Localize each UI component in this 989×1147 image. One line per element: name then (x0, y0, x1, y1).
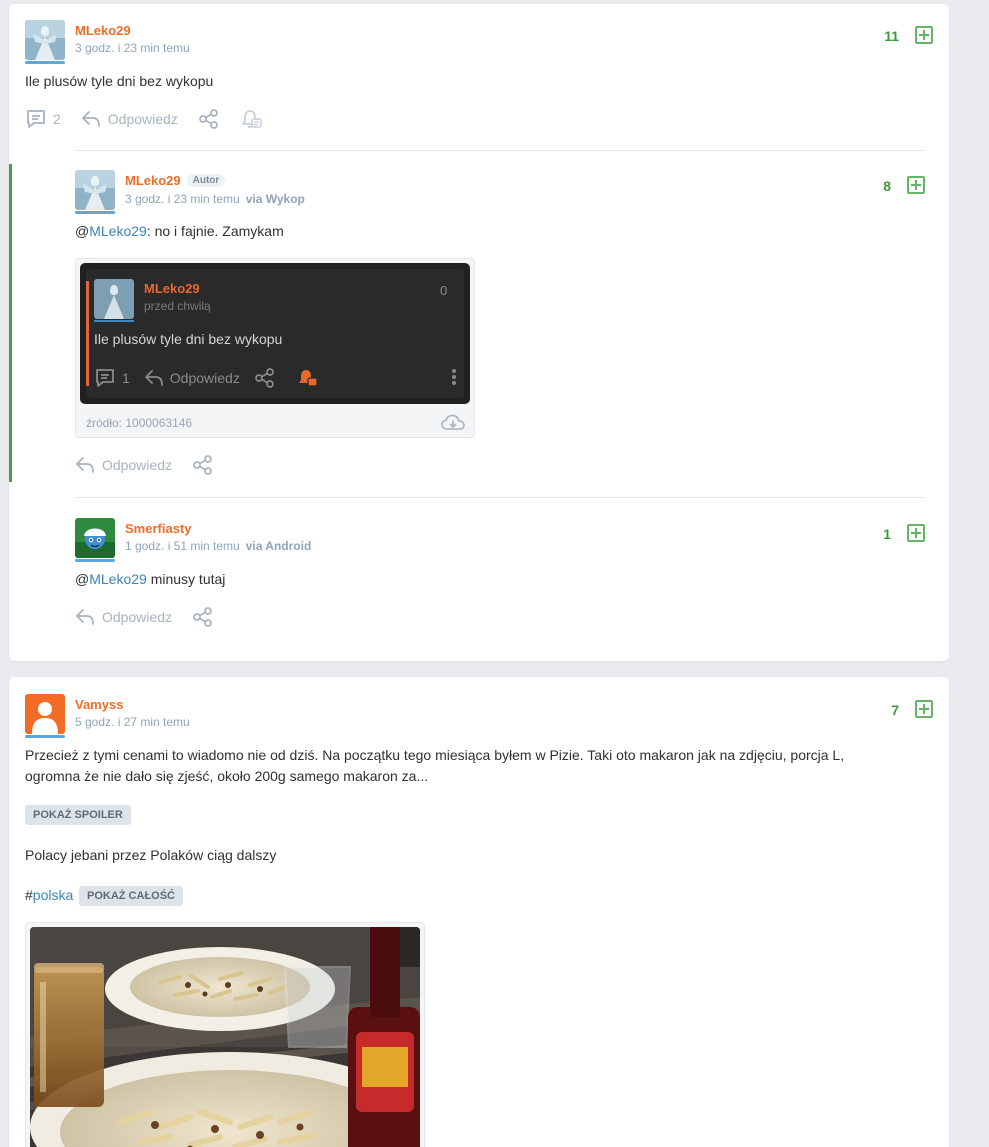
share-button[interactable] (198, 108, 220, 130)
bell-icon (242, 110, 262, 128)
food-photo[interactable] (30, 927, 420, 1147)
vote-count: 7 (891, 702, 899, 718)
comments-button[interactable]: 2 (25, 109, 61, 129)
comment-icon (96, 369, 114, 387)
post-card: MLeko29 3 godz. i 23 min temu 11 Ile plu… (9, 4, 949, 661)
download-icon[interactable] (440, 413, 466, 433)
avatar[interactable] (25, 20, 65, 60)
hash-sign: # (25, 887, 33, 903)
reply-label: Odpowiedz (102, 457, 173, 473)
post-body: Przecież z tymi cenami to wiadomo nie od… (25, 745, 925, 787)
plus-vote-button[interactable] (907, 524, 925, 542)
divider (75, 150, 925, 151)
post-body: Ile plusów tyle dni bez wykopu (25, 73, 214, 89)
username[interactable]: Vamyss (75, 697, 123, 712)
post-body-line: ogromna że nie dało się zjeść, około 200… (25, 768, 429, 784)
comment-body: @MLeko29: no i fajnie. Zamykam (75, 221, 284, 242)
show-all-button[interactable]: POKAŻ CAŁOŚĆ (79, 886, 183, 906)
more-options-icon (452, 369, 456, 385)
username[interactable]: Smerfiasty (125, 521, 191, 536)
avatar[interactable] (25, 694, 65, 734)
post-text: Polacy jebani przez Polaków ciąg dalszy (25, 847, 277, 863)
comment-text: minusy tutaj (146, 571, 226, 587)
vote-count: 8 (883, 178, 891, 194)
avatar-underline (75, 211, 115, 214)
share-icon (193, 455, 212, 475)
post-body-line: Przecież z tymi cenami to wiadomo nie od… (25, 747, 845, 763)
embedded-image[interactable]: MLeko29 przed chwilą 0 Ile plusów tyle d… (75, 258, 475, 438)
screenshot-comments-count: 1 (122, 370, 130, 386)
comment-time[interactable]: 3 godz. i 23 min temu (125, 192, 240, 206)
avatar[interactable] (75, 170, 115, 210)
divider (75, 497, 925, 498)
vote-count: 1 (883, 526, 891, 542)
via-source: via Android (245, 539, 312, 553)
hashtag: #polska (25, 885, 73, 906)
reply-label: Odpowiedz (102, 609, 173, 625)
comment-actions: Odpowiedz (75, 606, 234, 628)
username[interactable]: MLeko29 (75, 23, 131, 38)
tag-link[interactable]: polska (33, 887, 73, 903)
screenshot-image[interactable]: MLeko29 przed chwilą 0 Ile plusów tyle d… (80, 263, 470, 404)
at-sign: @ (75, 223, 90, 239)
reply-icon (144, 370, 163, 386)
reply-label: Odpowiedz (107, 111, 178, 127)
comment-time[interactable]: 1 godz. i 51 min temu (125, 539, 240, 553)
observe-button[interactable] (240, 108, 262, 130)
screenshot-username: MLeko29 (144, 281, 200, 296)
comment-meta: 1 godz. i 51 min temu via Android (125, 539, 311, 553)
bell-icon (298, 370, 318, 387)
reply-icon (76, 609, 94, 625)
avatar-underline (25, 735, 65, 738)
post-card: Vamyss 5 godz. i 27 min temu 7 Przecież … (9, 677, 949, 1147)
plus-vote-button[interactable] (915, 26, 933, 44)
comment-text: : no i fajnie. Zamykam (146, 223, 284, 239)
post-time[interactable]: 3 godz. i 23 min temu (75, 41, 190, 55)
reply-button[interactable]: Odpowiedz (75, 456, 172, 474)
screenshot-actions: 1 Odpowiedz (94, 367, 318, 389)
screenshot-avatar-underline (94, 320, 134, 322)
comment-actions: Odpowiedz (75, 454, 234, 476)
reply-icon (76, 457, 94, 473)
user-mention-link[interactable]: MLeko29 (89, 223, 147, 239)
via-source: via Wykop (245, 192, 305, 206)
share-button[interactable] (192, 454, 214, 476)
reply-icon (81, 111, 100, 127)
comment-meta: 3 godz. i 23 min temu via Wykop (125, 192, 305, 206)
author-badge: Autor (186, 174, 226, 187)
at-sign: @ (75, 571, 90, 587)
comment-body: @MLeko29 minusy tutaj (75, 569, 225, 590)
reply-button[interactable]: Odpowiedz (81, 110, 178, 128)
share-icon (198, 109, 218, 129)
screenshot-reply-label: Odpowiedz (169, 370, 240, 386)
share-button[interactable] (192, 606, 214, 628)
vote-count: 11 (884, 28, 899, 44)
avatar-underline (75, 559, 115, 562)
comment-icon (27, 110, 45, 128)
image-source: źródło: 1000063146 (86, 416, 193, 430)
screenshot-bar (86, 281, 89, 386)
screenshot-avatar (94, 279, 134, 319)
screenshot-body: Ile plusów tyle dni bez wykopu (94, 331, 283, 347)
username[interactable]: MLeko29 (125, 173, 181, 188)
share-icon (254, 368, 274, 388)
share-icon (193, 607, 212, 627)
screenshot-votes: 0 (440, 283, 448, 298)
post-image[interactable] (25, 922, 425, 1147)
plus-vote-button[interactable] (907, 176, 925, 194)
thread-indicator (9, 164, 12, 482)
comment-author: MLeko29 Autor (125, 173, 226, 188)
plus-vote-button[interactable] (915, 700, 933, 718)
post-actions: 2 Odpowiedz (25, 108, 282, 130)
comments-count: 2 (53, 111, 61, 127)
avatar[interactable] (75, 518, 115, 558)
post-time[interactable]: 5 godz. i 27 min temu (75, 715, 190, 729)
show-spoiler-button[interactable]: POKAŻ SPOILER (25, 805, 131, 825)
user-mention-link[interactable]: MLeko29 (89, 571, 147, 587)
screenshot-time: przed chwilą (144, 299, 211, 313)
avatar-underline (25, 61, 65, 64)
reply-button[interactable]: Odpowiedz (75, 608, 172, 626)
